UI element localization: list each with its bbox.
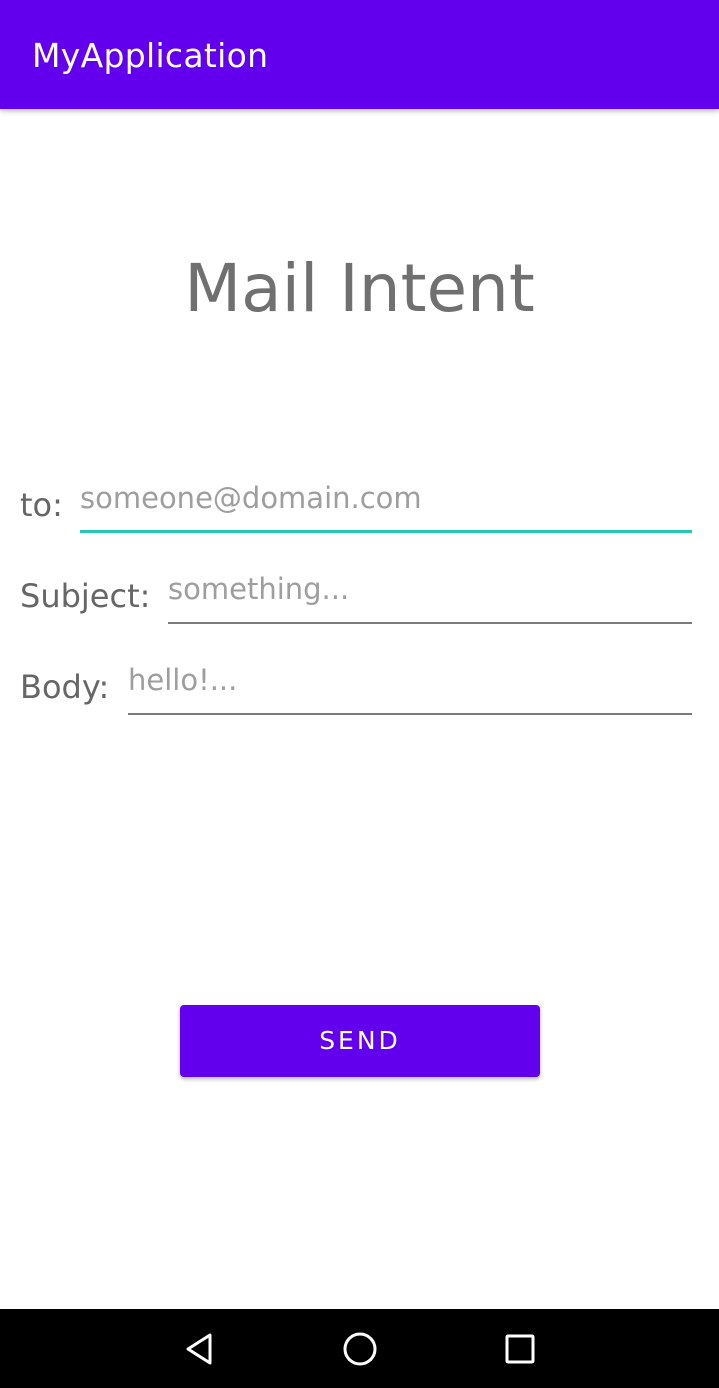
to-input[interactable] (80, 473, 692, 533)
to-row: to: (20, 473, 692, 533)
subject-label: Subject: (20, 577, 151, 615)
app-bar: MyApplication (0, 0, 719, 109)
subject-row: Subject: (20, 564, 692, 624)
recents-square-icon (505, 1334, 535, 1363)
back-button[interactable] (160, 1309, 240, 1388)
body-label: Body: (20, 668, 110, 706)
page-heading: Mail Intent (184, 250, 535, 327)
recents-button[interactable] (480, 1309, 560, 1388)
subject-input[interactable] (168, 564, 692, 624)
body-row: Body: (20, 655, 692, 715)
home-circle-icon (343, 1332, 377, 1365)
to-label: to: (20, 486, 63, 524)
main-content: Mail Intent to: Subject: Body: SEND (0, 109, 719, 1309)
system-nav-bar (0, 1309, 719, 1388)
body-input[interactable] (128, 655, 692, 715)
back-triangle-icon (186, 1333, 212, 1364)
app-title: MyApplication (32, 36, 269, 75)
send-button[interactable]: SEND (180, 1005, 540, 1077)
home-button[interactable] (320, 1309, 400, 1388)
